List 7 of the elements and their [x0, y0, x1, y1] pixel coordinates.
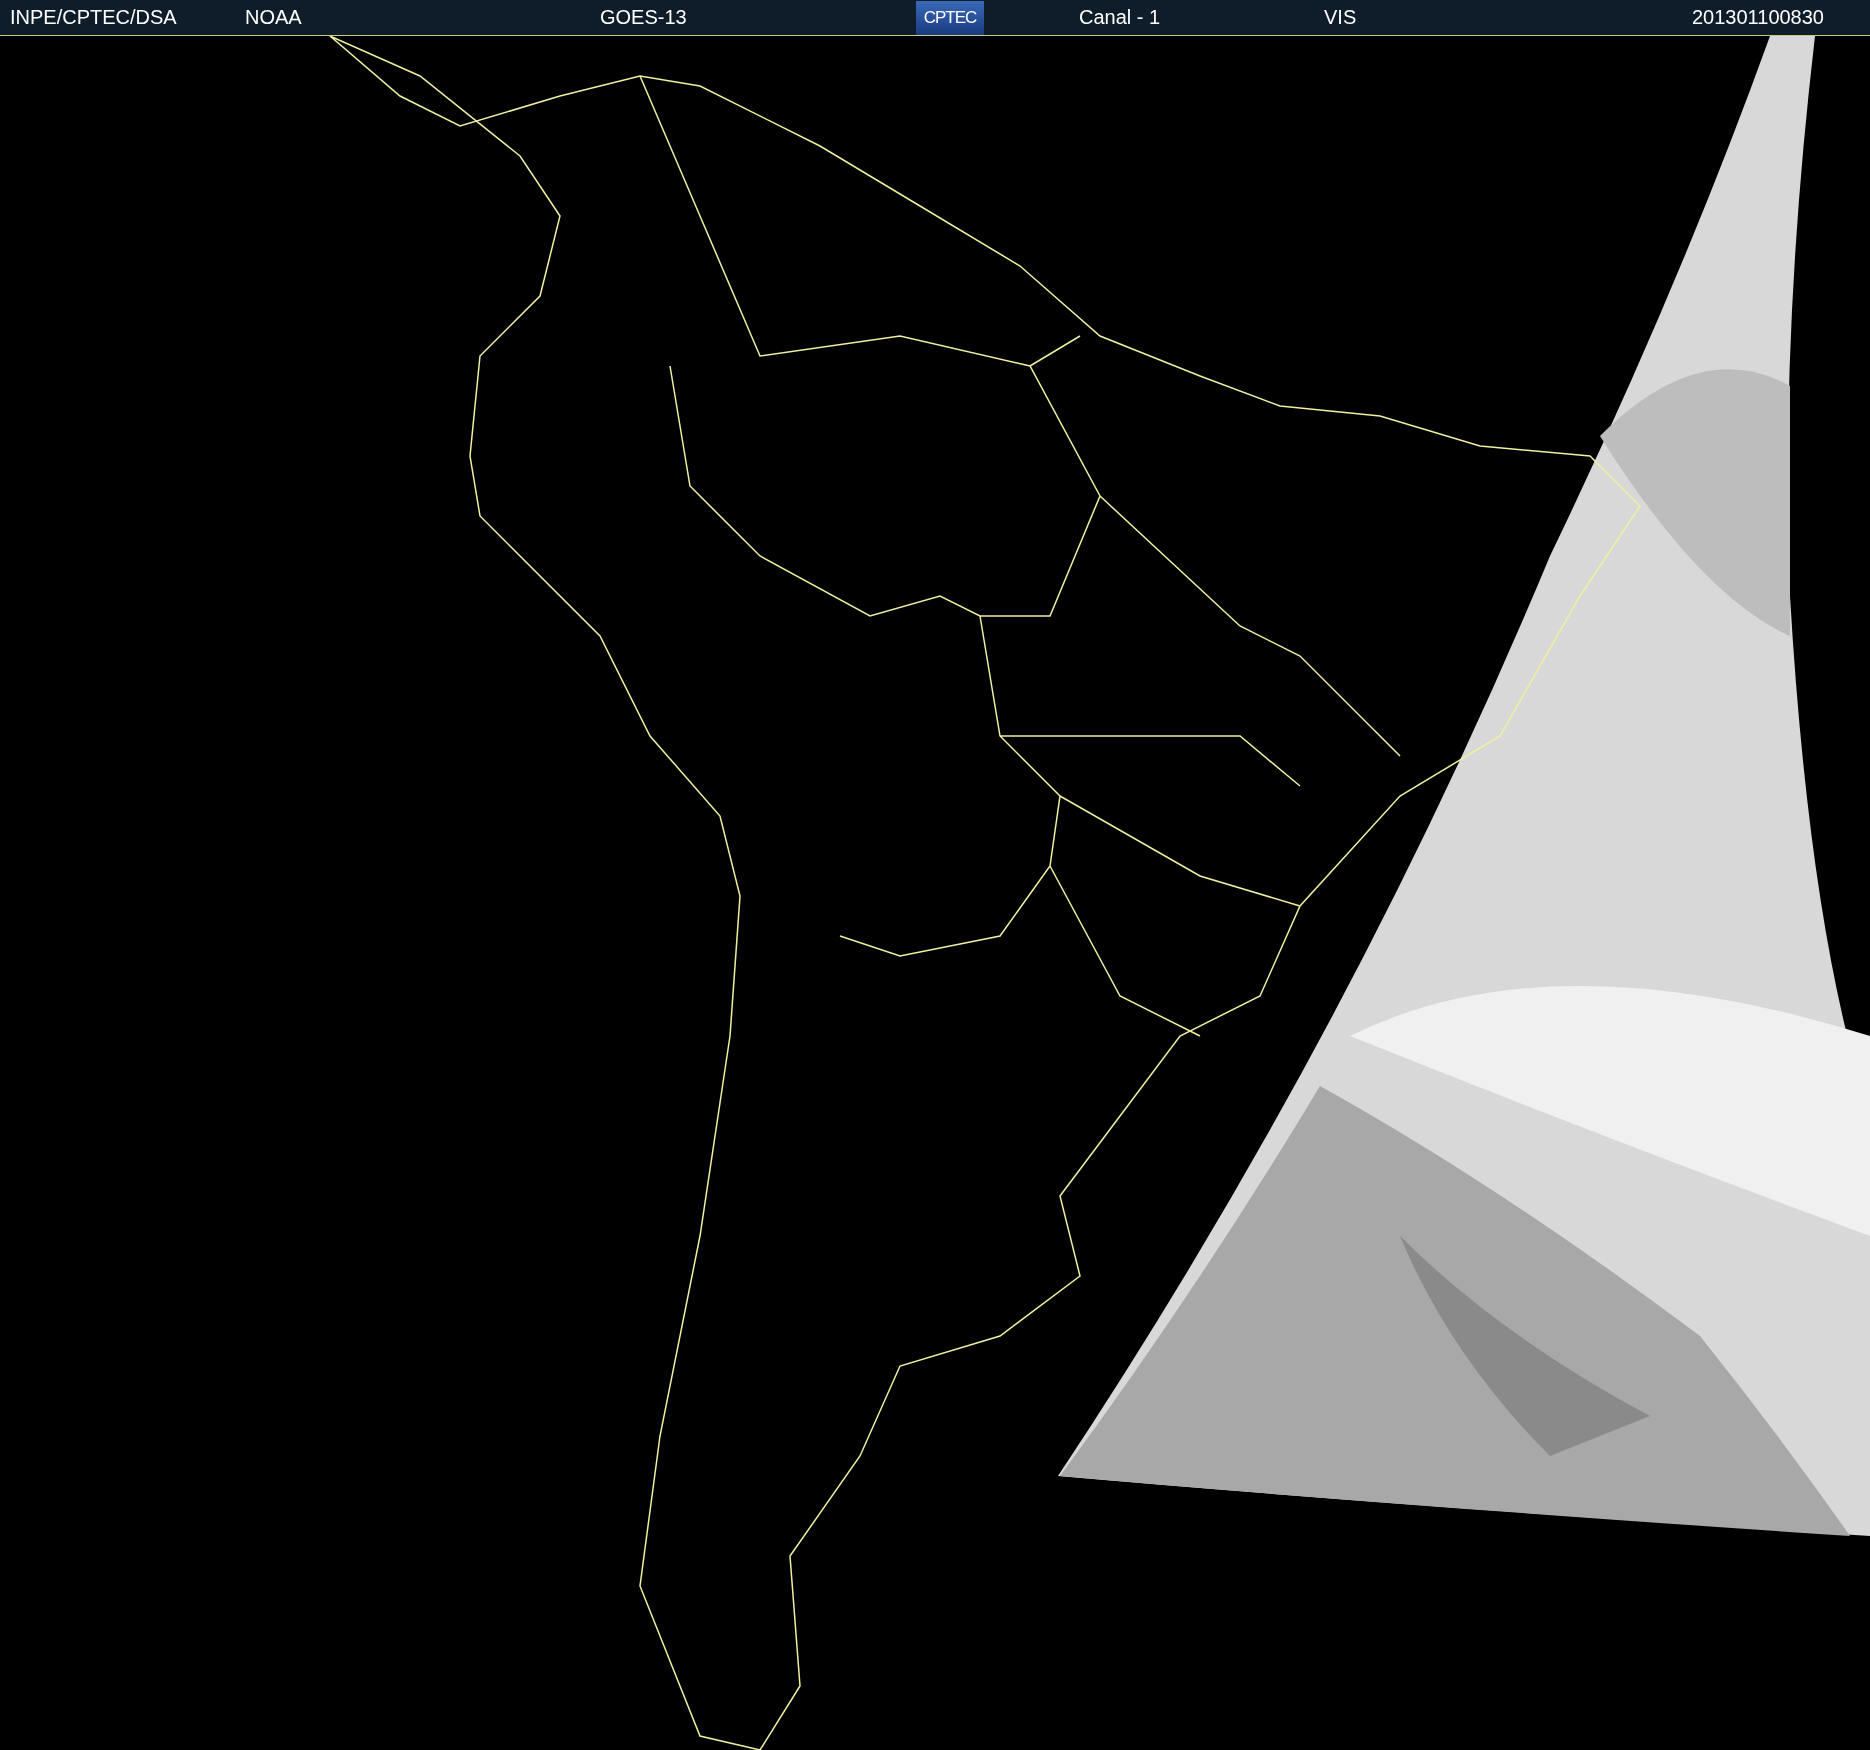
institution-label: INPE/CPTEC/DSA	[10, 6, 178, 29]
band-label: VIS	[1324, 6, 1358, 29]
channel-label: Canal - 1	[1079, 6, 1162, 29]
timestamp-label: 201301100830	[1692, 6, 1825, 29]
logo: CPTEC	[916, 0, 984, 35]
agency-label: NOAA	[245, 6, 303, 29]
satellite-label: GOES-13	[600, 6, 688, 29]
